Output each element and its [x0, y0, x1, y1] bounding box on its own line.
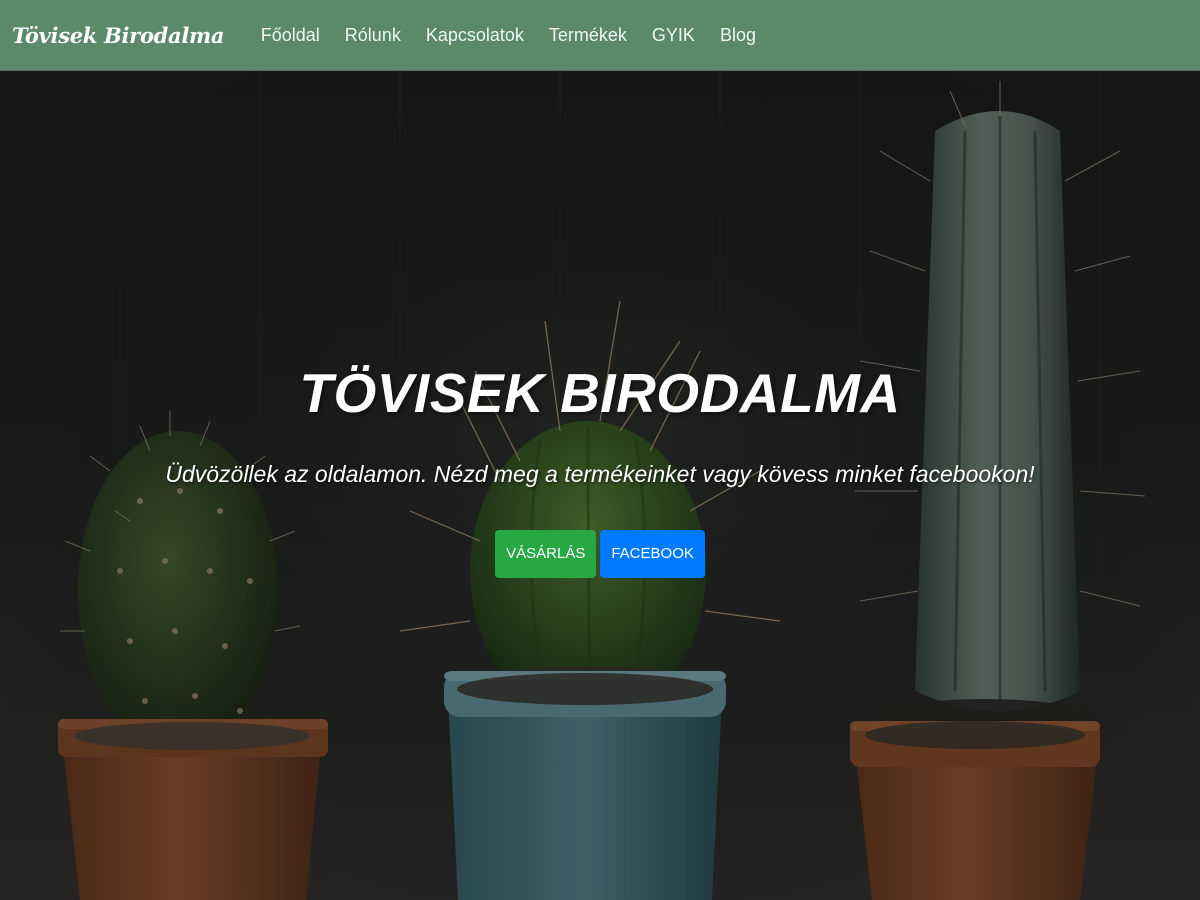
- shop-button[interactable]: VÁSÁRLÁS: [495, 530, 597, 578]
- brand-logo[interactable]: Tövisek Birodalma: [12, 23, 225, 48]
- facebook-button[interactable]: FACEBOOK: [600, 530, 705, 578]
- nav-link-kapcsolatok[interactable]: Kapcsolatok: [413, 0, 536, 71]
- hero-title: TÖVISEK BIRODALMA: [299, 362, 901, 424]
- nav-link-rolunk[interactable]: Rólunk: [332, 0, 413, 71]
- nav-link-termekek[interactable]: Termékek: [536, 0, 639, 71]
- nav-link-blog[interactable]: Blog: [707, 0, 768, 71]
- nav-link-fooldal[interactable]: Főoldal: [248, 0, 332, 71]
- navbar: Tövisek Birodalma Főoldal Rólunk Kapcsol…: [0, 0, 1200, 71]
- hero-subtitle: Üdvözöllek az oldalamon. Nézd meg a term…: [165, 461, 1035, 487]
- hero-section: TÖVISEK BIRODALMA Üdvözöllek az oldalamo…: [0, 71, 1200, 900]
- hero-button-group: VÁSÁRLÁS FACEBOOK: [0, 530, 1200, 578]
- nav-link-gyik[interactable]: GYIK: [639, 0, 707, 71]
- nav-menu: Főoldal Rólunk Kapcsolatok Termékek GYIK…: [248, 0, 768, 71]
